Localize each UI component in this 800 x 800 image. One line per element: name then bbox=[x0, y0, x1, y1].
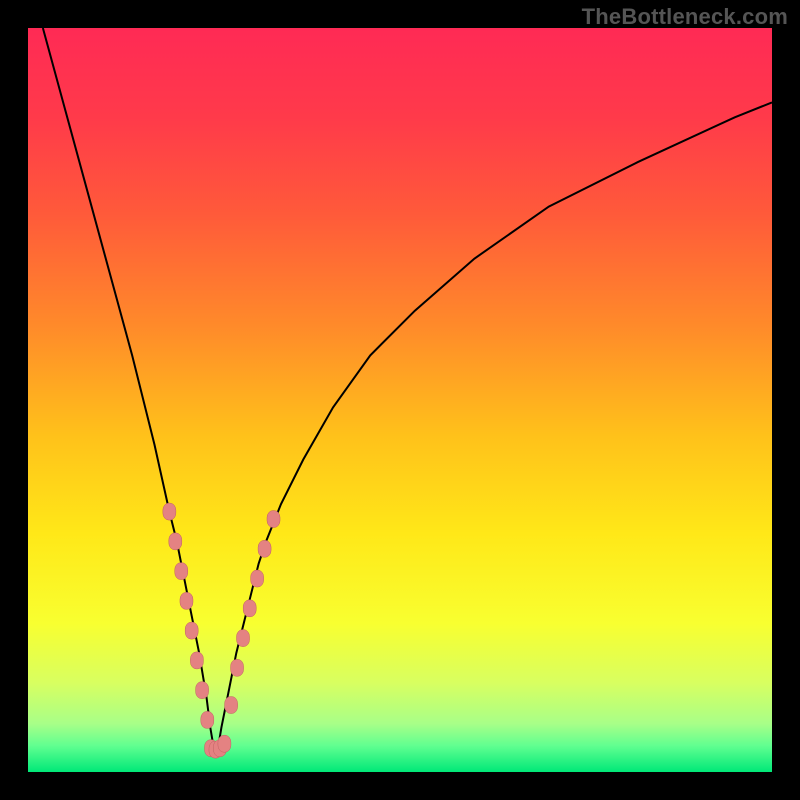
data-dot bbox=[225, 697, 238, 714]
data-dot bbox=[218, 735, 231, 752]
data-dot bbox=[237, 630, 250, 647]
data-dot bbox=[201, 711, 214, 728]
data-dot bbox=[190, 652, 203, 669]
data-dot bbox=[196, 682, 209, 699]
bottleneck-curve bbox=[43, 28, 772, 750]
data-markers bbox=[163, 503, 280, 758]
chart-svg bbox=[28, 28, 772, 772]
data-dot bbox=[251, 570, 264, 587]
chart-frame: TheBottleneck.com bbox=[0, 0, 800, 800]
watermark-text: TheBottleneck.com bbox=[582, 4, 788, 30]
plot-area bbox=[28, 28, 772, 772]
data-dot bbox=[258, 540, 271, 557]
data-dot bbox=[180, 592, 193, 609]
data-dot bbox=[185, 622, 198, 639]
data-dot bbox=[231, 659, 244, 676]
data-dot bbox=[163, 503, 176, 520]
data-dot bbox=[267, 511, 280, 528]
data-dot bbox=[243, 600, 256, 617]
data-dot bbox=[175, 563, 188, 580]
data-dot bbox=[169, 533, 182, 550]
